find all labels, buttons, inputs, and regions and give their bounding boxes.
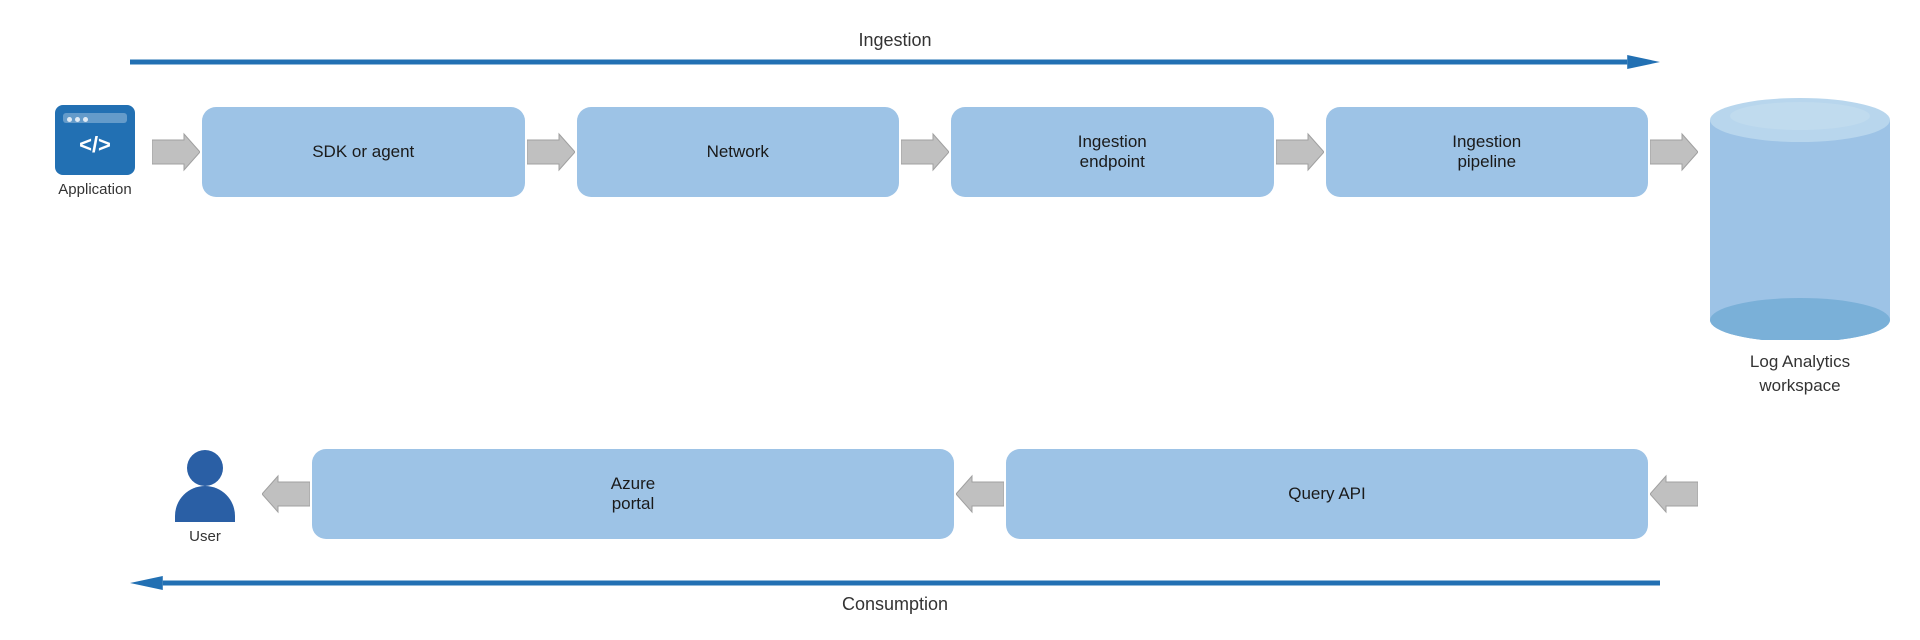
bottom-flow: User Azure portal Query API (150, 442, 1700, 545)
query-api-label: Query API (1288, 484, 1365, 504)
azure-portal-label: Azure portal (611, 474, 655, 514)
gray-arrow-left-icon1 (262, 474, 310, 514)
ingestion-row: Ingestion (130, 30, 1660, 69)
sdk-agent-label: SDK or agent (312, 142, 414, 162)
diagram-container: Ingestion </> Application (0, 0, 1920, 640)
application-label: Application (58, 181, 131, 198)
arrow-endpoint-pipeline (1274, 132, 1326, 172)
arrow-sdk-network (525, 132, 577, 172)
gray-arrow-left-icon2 (956, 474, 1004, 514)
arrow-network-endpoint (899, 132, 951, 172)
consumption-arrow (130, 576, 1660, 590)
user-body-icon (175, 486, 235, 522)
app-code-icon: </> (79, 132, 111, 158)
ingestion-endpoint-label: Ingestion endpoint (1078, 132, 1147, 172)
gray-arrow-icon (152, 132, 200, 172)
consumption-label: Consumption (842, 594, 948, 615)
gray-arrow-left-icon3 (1650, 474, 1698, 514)
user-label: User (189, 528, 221, 545)
arrow-app-sdk (150, 132, 202, 172)
application-icon-wrap: </> Application (40, 105, 150, 198)
log-analytics-wrap: Log Analytics workspace (1710, 80, 1890, 398)
dot1 (67, 117, 72, 122)
ingestion-endpoint-box: Ingestion endpoint (951, 107, 1274, 197)
dot3 (83, 117, 88, 122)
ingestion-arrow (130, 55, 1660, 69)
ingestion-label: Ingestion (858, 30, 931, 51)
application-icon: </> (55, 105, 135, 175)
arrow-cylinder-queryapi (1648, 474, 1700, 514)
query-api-box: Query API (1006, 449, 1648, 539)
network-label: Network (707, 142, 769, 162)
main-flow: </> Application SDK or agent Network (40, 105, 1700, 198)
user-icon (170, 442, 240, 522)
arrow-pipeline-cylinder (1648, 132, 1700, 172)
gray-arrow-icon4 (1276, 132, 1324, 172)
arrow-portal-user (260, 474, 312, 514)
user-wrap: User (150, 442, 260, 545)
gray-arrow-icon2 (527, 132, 575, 172)
network-box: Network (577, 107, 900, 197)
gray-arrow-icon3 (901, 132, 949, 172)
ingestion-pipeline-label: Ingestion pipeline (1452, 132, 1521, 172)
dot2 (75, 117, 80, 122)
user-head-icon (187, 450, 223, 486)
sdk-agent-box: SDK or agent (202, 107, 525, 197)
consumption-row: Consumption (130, 576, 1660, 615)
app-dots (67, 117, 88, 122)
arrow-queryapi-portal (954, 474, 1006, 514)
gray-arrow-icon5 (1650, 132, 1698, 172)
log-analytics-label: Log Analytics workspace (1750, 350, 1850, 398)
ingestion-pipeline-box: Ingestion pipeline (1326, 107, 1649, 197)
azure-portal-box: Azure portal (312, 449, 954, 539)
log-analytics-cylinder-icon (1710, 80, 1890, 340)
